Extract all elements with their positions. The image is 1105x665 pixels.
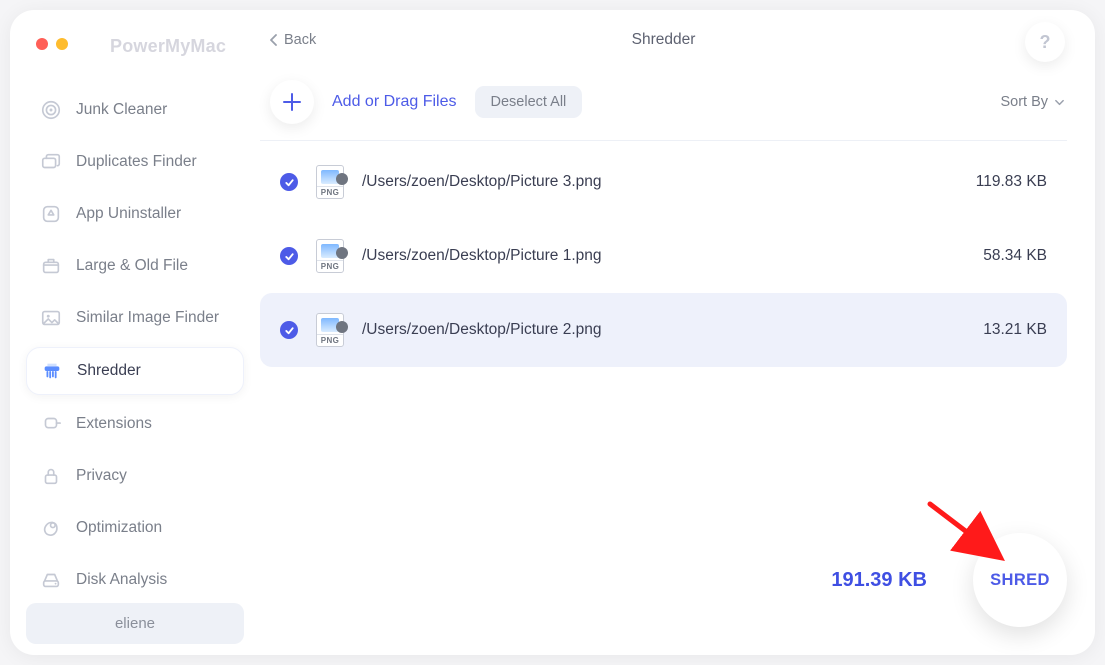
chevron-left-icon xyxy=(268,34,280,46)
check-icon xyxy=(284,251,295,262)
sidebar-item-label: Shredder xyxy=(77,362,141,380)
file-row[interactable]: PNG /Users/zoen/Desktop/Picture 2.png 13… xyxy=(260,293,1067,367)
sort-label: Sort By xyxy=(1000,94,1048,110)
file-type-icon: PNG xyxy=(316,165,344,199)
check-icon xyxy=(284,177,295,188)
footer: 191.39 KB SHRED xyxy=(260,533,1067,655)
target-icon xyxy=(40,99,62,121)
sidebar-item-disk-analysis[interactable]: Disk Analysis xyxy=(26,557,244,603)
sidebar-item-optimization[interactable]: Optimization xyxy=(26,505,244,551)
app-icon xyxy=(40,203,62,225)
sidebar-item-label: App Uninstaller xyxy=(76,205,181,223)
file-type-icon: PNG xyxy=(316,313,344,347)
help-button[interactable]: ? xyxy=(1025,22,1065,62)
topbar: Back Shredder ? xyxy=(260,10,1067,70)
sidebar-item-privacy[interactable]: Privacy xyxy=(26,453,244,499)
sidebar-item-label: Junk Cleaner xyxy=(76,101,167,119)
file-size: 13.21 KB xyxy=(983,321,1047,339)
bean-icon xyxy=(40,517,62,539)
close-dot[interactable] xyxy=(36,38,48,50)
file-size: 119.83 KB xyxy=(976,173,1047,191)
folders-icon xyxy=(40,151,62,173)
back-label: Back xyxy=(284,32,316,48)
row-checkbox[interactable] xyxy=(280,247,298,265)
total-size: 191.39 KB xyxy=(831,569,927,592)
box-icon xyxy=(40,255,62,277)
file-ext-label: PNG xyxy=(317,260,343,272)
disk-icon xyxy=(40,569,62,591)
file-path: /Users/zoen/Desktop/Picture 1.png xyxy=(362,247,602,265)
file-list: PNG /Users/zoen/Desktop/Picture 3.png 11… xyxy=(260,141,1067,371)
file-row[interactable]: PNG /Users/zoen/Desktop/Picture 1.png 58… xyxy=(260,219,1067,293)
minimize-dot[interactable] xyxy=(56,38,68,50)
file-size: 58.34 KB xyxy=(983,247,1047,265)
sidebar-item-extensions[interactable]: Extensions xyxy=(26,401,244,447)
user-pill[interactable]: eliene xyxy=(26,603,244,644)
sidebar-item-large-old-file[interactable]: Large & Old File xyxy=(26,243,244,289)
deselect-all-button[interactable]: Deselect All xyxy=(475,86,583,118)
sidebar: PowerMyMac Junk Cleaner Duplicates Finde… xyxy=(10,10,260,655)
page-title: Shredder xyxy=(632,31,696,49)
sidebar-item-app-uninstaller[interactable]: App Uninstaller xyxy=(26,191,244,237)
window-controls xyxy=(36,38,68,50)
sort-by-button[interactable]: Sort By xyxy=(1000,94,1065,110)
sidebar-item-shredder[interactable]: Shredder xyxy=(26,347,244,395)
file-row[interactable]: PNG /Users/zoen/Desktop/Picture 3.png 11… xyxy=(260,145,1067,219)
image-icon xyxy=(40,307,62,329)
file-ext-label: PNG xyxy=(317,186,343,198)
sidebar-item-label: Similar Image Finder xyxy=(76,309,219,327)
plus-icon xyxy=(281,91,303,113)
chevron-down-icon xyxy=(1054,97,1065,108)
brand-title: PowerMyMac xyxy=(110,36,260,57)
shred-button[interactable]: SHRED xyxy=(973,533,1067,627)
back-button[interactable]: Back xyxy=(268,32,316,48)
sidebar-item-similar-image-finder[interactable]: Similar Image Finder xyxy=(26,295,244,341)
sidebar-item-duplicates-finder[interactable]: Duplicates Finder xyxy=(26,139,244,185)
row-checkbox[interactable] xyxy=(280,321,298,339)
file-path: /Users/zoen/Desktop/Picture 3.png xyxy=(362,173,602,191)
check-icon xyxy=(284,325,295,336)
sidebar-nav: Junk Cleaner Duplicates Finder App Unins… xyxy=(10,87,260,603)
add-files-button[interactable] xyxy=(270,80,314,124)
sidebar-item-label: Large & Old File xyxy=(76,257,188,275)
row-checkbox[interactable] xyxy=(280,173,298,191)
sidebar-item-label: Disk Analysis xyxy=(76,571,167,589)
add-files-label[interactable]: Add or Drag Files xyxy=(332,93,457,111)
file-path: /Users/zoen/Desktop/Picture 2.png xyxy=(362,321,602,339)
toolbar: Add or Drag Files Deselect All Sort By xyxy=(260,70,1067,141)
sidebar-item-label: Optimization xyxy=(76,519,162,537)
lock-icon xyxy=(40,465,62,487)
file-ext-label: PNG xyxy=(317,334,343,346)
app-window: PowerMyMac Junk Cleaner Duplicates Finde… xyxy=(10,10,1095,655)
plug-icon xyxy=(40,413,62,435)
sidebar-item-junk-cleaner[interactable]: Junk Cleaner xyxy=(26,87,244,133)
file-type-icon: PNG xyxy=(316,239,344,273)
sidebar-item-label: Privacy xyxy=(76,467,127,485)
main-panel: Back Shredder ? Add or Drag Files Desele… xyxy=(260,10,1095,655)
shredder-icon xyxy=(41,360,63,382)
sidebar-item-label: Extensions xyxy=(76,415,152,433)
sidebar-item-label: Duplicates Finder xyxy=(76,153,197,171)
